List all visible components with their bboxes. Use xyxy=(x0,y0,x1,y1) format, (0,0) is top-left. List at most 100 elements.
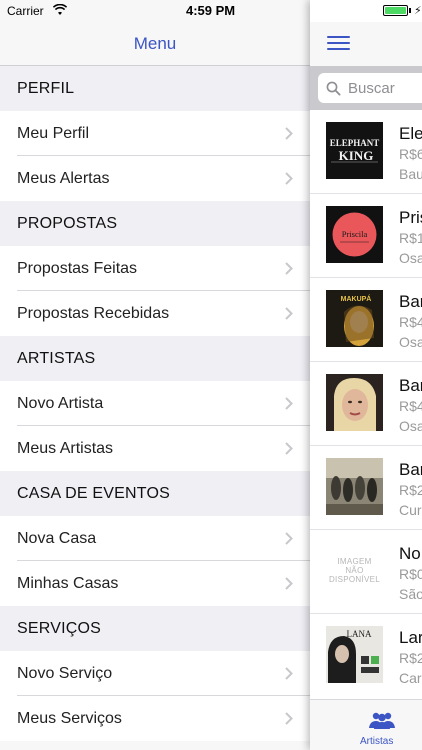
menu-item-label: Meus Alertas xyxy=(17,169,110,187)
thumb-text: Priscila xyxy=(342,229,368,239)
search-bar xyxy=(310,66,422,110)
artist-city: Osa xyxy=(399,418,422,434)
menu-item-label: Meu Perfil xyxy=(17,124,90,142)
chevron-right-icon xyxy=(285,712,293,725)
menu-title: Menu xyxy=(133,34,177,53)
artist-row[interactable]: Bar R$4 Osa xyxy=(310,362,422,446)
artist-city: Car xyxy=(399,670,422,686)
menu-item-label: Minhas Casas xyxy=(17,574,119,592)
thumb-text: IMAGEM xyxy=(337,556,372,566)
search-icon xyxy=(326,81,341,96)
section-header-artistas: ARTISTAS xyxy=(0,336,310,381)
thumb-text: DISPONÍVEL xyxy=(328,575,380,585)
side-menu: Carrier 4:59 PM Menu PERFIL Meu Perfil M… xyxy=(0,0,310,750)
menu-list: PERFIL Meu Perfil Meus Alertas PROPOSTAS… xyxy=(0,66,310,741)
battery-icon xyxy=(383,5,408,16)
chevron-right-icon xyxy=(285,397,293,410)
artist-name: Bar xyxy=(399,292,422,311)
menu-item-label: Propostas Recebidas xyxy=(17,304,170,322)
menu-item-meus-servicos[interactable]: Meus Serviços xyxy=(0,696,310,741)
menu-item-novo-artista[interactable]: Novo Artista xyxy=(0,381,310,426)
menu-item-novo-servico[interactable]: Novo Serviço xyxy=(0,651,310,696)
chevron-right-icon xyxy=(285,307,293,320)
artist-price: R$1 xyxy=(399,230,422,246)
menu-item-label: Meus Serviços xyxy=(17,709,122,727)
clock: 4:59 PM xyxy=(186,3,236,18)
artist-price: R$4 xyxy=(399,398,422,414)
artist-row[interactable]: IMAGEM NÃO DISPONÍVEL No R$0 São xyxy=(310,530,422,614)
artist-row[interactable]: LANA Lar R$2 Car xyxy=(310,614,422,698)
artist-price: R$2 xyxy=(399,482,422,498)
menu-item-label: Propostas Feitas xyxy=(17,259,138,277)
artist-name: Bar xyxy=(399,460,422,479)
menu-item-propostas-feitas[interactable]: Propostas Feitas xyxy=(0,246,310,291)
menu-item-meus-artistas[interactable]: Meus Artistas xyxy=(0,426,310,471)
artist-name: Lar xyxy=(399,628,422,647)
chevron-right-icon xyxy=(285,262,293,275)
section-header-servicos: SERVIÇOS xyxy=(0,606,310,651)
thumb-text: MAKUPÁ xyxy=(341,294,372,303)
artist-price: R$6 xyxy=(399,146,422,162)
menu-item-meu-perfil[interactable]: Meu Perfil xyxy=(0,111,310,156)
menu-item-minhas-casas[interactable]: Minhas Casas xyxy=(0,561,310,606)
chevron-right-icon xyxy=(285,127,293,140)
artist-thumbnail-lana: LANA xyxy=(326,626,383,683)
chevron-right-icon xyxy=(285,442,293,455)
chevron-right-icon xyxy=(285,667,293,680)
thumb-text: ELEPHANT xyxy=(330,138,380,148)
status-bar-right: ⚡ xyxy=(310,0,422,22)
artist-row[interactable]: MAKUPÁ Bar R$4 Osa xyxy=(310,278,422,362)
tab-label: Artistas xyxy=(360,736,394,747)
section-header-propostas: PROPOSTAS xyxy=(0,201,310,246)
artist-name: No xyxy=(399,544,421,563)
no-image-placeholder: IMAGEM NÃO DISPONÍVEL xyxy=(326,542,383,599)
charging-bolt-icon: ⚡ xyxy=(414,5,422,17)
menu-item-label: Meus Artistas xyxy=(17,439,114,457)
artists-navbar xyxy=(310,22,422,66)
menu-navbar: Menu xyxy=(0,22,310,66)
battery-cap xyxy=(409,8,411,13)
thumb-text: LANA xyxy=(347,629,372,639)
artist-name: Bar xyxy=(399,376,422,395)
section-header-perfil: PERFIL xyxy=(0,66,310,111)
users-icon xyxy=(369,712,395,729)
battery-level xyxy=(385,7,406,14)
menu-item-label: Novo Serviço xyxy=(17,664,113,682)
thumb-text: KING xyxy=(339,148,374,163)
artist-price: R$0 xyxy=(399,566,422,582)
artist-thumbnail-elephant-king: ELEPHANT KING xyxy=(326,122,383,179)
tab-bar: Artistas xyxy=(310,699,422,750)
artist-name: Pris xyxy=(399,208,422,227)
hamburger-menu-icon[interactable] xyxy=(327,36,350,52)
artist-row[interactable]: ELEPHANT KING Ele R$6 Bau xyxy=(310,110,422,194)
carrier-label: Carrier xyxy=(7,4,44,18)
artist-thumbnail-priscila: Priscila xyxy=(326,206,383,263)
artist-price: R$2 xyxy=(399,650,422,666)
artist-list: ELEPHANT KING Ele R$6 Bau Priscila Pris … xyxy=(310,110,422,698)
artist-thumbnail-band xyxy=(326,458,383,515)
artist-city: Osa xyxy=(399,334,422,350)
artist-thumbnail-makupa: MAKUPÁ xyxy=(326,290,383,347)
menu-item-label: Novo Artista xyxy=(17,394,104,412)
chevron-right-icon xyxy=(285,577,293,590)
status-bar: Carrier 4:59 PM xyxy=(0,0,310,22)
artist-thumbnail-portrait xyxy=(326,374,383,431)
thumb-text: NÃO xyxy=(345,565,364,575)
menu-item-nova-casa[interactable]: Nova Casa xyxy=(0,516,310,561)
artist-row[interactable]: Priscila Pris R$1 Osa xyxy=(310,194,422,278)
artist-city: São xyxy=(399,586,422,602)
artist-city: Bau xyxy=(399,166,422,182)
artist-row[interactable]: Bar R$2 Cur xyxy=(310,446,422,530)
menu-item-label: Nova Casa xyxy=(17,529,97,547)
menu-item-meus-alertas[interactable]: Meus Alertas xyxy=(0,156,310,201)
artist-price: R$4 xyxy=(399,314,422,330)
section-header-casa-de-eventos: CASA DE EVENTOS xyxy=(0,471,310,516)
artist-name: Ele xyxy=(399,124,422,143)
artist-city: Osa xyxy=(399,250,422,266)
menu-item-propostas-recebidas[interactable]: Propostas Recebidas xyxy=(0,291,310,336)
wifi-icon xyxy=(53,4,67,15)
artists-screen[interactable]: ⚡ ELEPHANT KING Ele R$6 Bau xyxy=(310,0,422,750)
chevron-right-icon xyxy=(285,532,293,545)
chevron-right-icon xyxy=(285,172,293,185)
artist-city: Cur xyxy=(399,502,422,518)
